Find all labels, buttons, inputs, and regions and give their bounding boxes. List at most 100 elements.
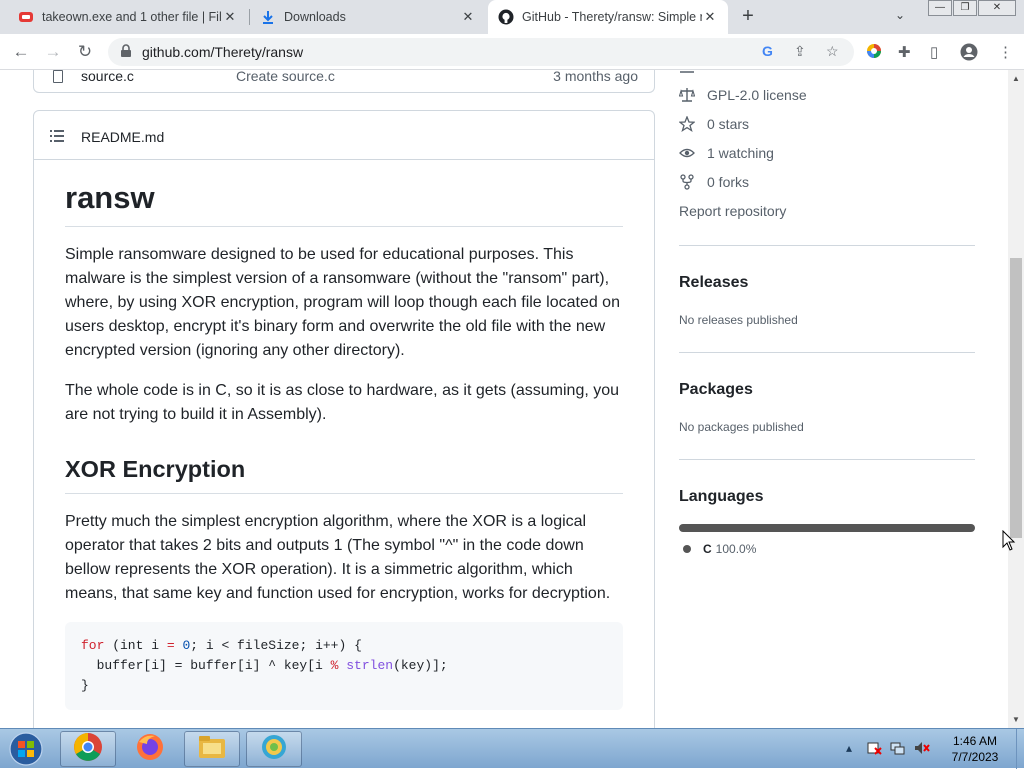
readme-panel: README.md ransw Simple ransomware design…: [33, 110, 655, 728]
show-desktop-button[interactable]: [1016, 729, 1024, 769]
reload-button[interactable]: ↻: [73, 40, 97, 64]
url-text[interactable]: github.com/Therety/ransw: [142, 44, 303, 60]
languages-heading: Languages: [679, 488, 764, 505]
taskbar-firefox[interactable]: [122, 731, 178, 767]
browser-toolbar: ← → ↻ github.com/Therety/ransw G ⇪ ☆ ✚ ▯…: [0, 34, 1024, 70]
readme-title: ransw: [65, 179, 623, 228]
readme-paragraph: The whole code is in C, so it is as clos…: [65, 382, 620, 424]
minimize-button[interactable]: —: [928, 0, 952, 16]
maximize-button[interactable]: ❐: [953, 0, 977, 16]
code-text: }: [81, 677, 89, 693]
commit-message-link[interactable]: Create source.c: [236, 70, 335, 84]
language-color-dot: [683, 545, 691, 553]
scroll-up-icon[interactable]: ▲: [1012, 74, 1020, 83]
code-keyword: for: [81, 637, 105, 653]
tab-downloads[interactable]: Downloads ✕: [252, 0, 484, 34]
readme-paragraph: Simple ransomware designed to be used fo…: [65, 246, 620, 360]
releases-text: No releases published: [679, 313, 798, 327]
language-name: C: [703, 542, 712, 556]
menu-kebab-icon[interactable]: ⋮: [998, 43, 1013, 61]
tab-strip: takeown.exe and 1 other file | File ✕ Do…: [0, 0, 1024, 34]
chevron-down-icon[interactable]: ⌄: [895, 8, 905, 22]
stars-text: 0 stars: [707, 116, 750, 132]
sidebar-divider: [679, 459, 975, 460]
scroll-down-icon[interactable]: ▼: [1012, 715, 1020, 724]
license-link[interactable]: GPL-2.0 license: [678, 85, 807, 105]
forks-link[interactable]: 0 forks: [679, 172, 749, 192]
star-icon: [678, 115, 696, 133]
close-icon[interactable]: ✕: [222, 9, 238, 25]
bookmark-star-icon[interactable]: ☆: [826, 43, 839, 60]
readme-header: README.md: [34, 111, 654, 160]
extensions-puzzle-icon[interactable]: ✚: [898, 43, 911, 61]
code-text: buffer[i] = buffer[i] ^ key[i: [81, 657, 331, 673]
taskbar-explorer[interactable]: [184, 731, 240, 767]
commit-age: 3 months ago: [553, 70, 638, 84]
tab-title: takeown.exe and 1 other file | File: [42, 10, 222, 24]
side-panel-icon[interactable]: ▯: [930, 43, 938, 61]
fork-icon: [679, 174, 695, 190]
tab-github[interactable]: GitHub - Therety/ransw: Simple r ✕: [488, 0, 728, 34]
close-icon[interactable]: ✕: [460, 9, 476, 25]
taskbar-chrome[interactable]: [60, 731, 116, 767]
forward-button[interactable]: →: [41, 40, 65, 64]
action-center-icon[interactable]: [866, 741, 882, 758]
code-function: strlen: [338, 657, 394, 673]
scale-icon: [678, 87, 696, 103]
code-operator: =: [166, 637, 175, 653]
code-text: (key)];: [393, 657, 448, 673]
color-extension-icon[interactable]: [866, 43, 882, 63]
file-share-favicon: [18, 9, 34, 25]
volume-muted-icon[interactable]: [914, 741, 930, 758]
watching-link[interactable]: 1 watching: [679, 143, 774, 163]
language-bar: [679, 524, 975, 532]
scrollbar-thumb[interactable]: [1010, 258, 1022, 538]
code-text: ; i < fileSize; i++) {: [190, 637, 362, 653]
tab-title: Downloads: [284, 10, 346, 24]
page-scrollbar[interactable]: ▲ ▼: [1008, 70, 1024, 728]
eye-icon: [679, 145, 695, 161]
lock-icon: [120, 44, 132, 58]
watching-text: 1 watching: [707, 145, 774, 161]
report-repository-link[interactable]: Report repository: [679, 201, 786, 221]
taskbar-clock[interactable]: 1:46 AM 7/7/2023: [935, 733, 1015, 765]
google-icon[interactable]: G: [762, 43, 773, 59]
sidebar-divider: [679, 352, 975, 353]
new-tab-button[interactable]: +: [736, 5, 760, 29]
code-block: for (int i = 0; i < fileSize; i++) { buf…: [65, 621, 623, 710]
language-percent: 100.0%: [715, 542, 757, 556]
chrome-icon: [73, 732, 103, 767]
readme-body: ransw Simple ransomware designed to be u…: [65, 161, 623, 710]
forks-text: 0 forks: [707, 174, 750, 190]
file-icon: [53, 70, 63, 83]
taskbar-app[interactable]: [246, 731, 302, 767]
language-item[interactable]: C 100.0%: [683, 542, 756, 556]
file-explorer-icon: [197, 733, 227, 766]
address-bar[interactable]: github.com/Therety/ransw G ⇪ ☆: [108, 38, 854, 66]
list-icon[interactable]: [50, 129, 64, 142]
show-hidden-icons-icon[interactable]: ▴: [846, 741, 852, 755]
license-text: GPL-2.0 license: [707, 87, 807, 103]
close-icon[interactable]: ✕: [702, 9, 718, 25]
file-name-link[interactable]: source.c: [81, 70, 134, 84]
back-button[interactable]: ←: [9, 40, 33, 64]
share-icon[interactable]: ⇪: [794, 43, 806, 60]
readme-filename[interactable]: README.md: [81, 129, 164, 145]
sidebar-divider: [679, 245, 975, 246]
clock-date: 7/7/2023: [951, 750, 999, 764]
network-icon[interactable]: [890, 741, 906, 758]
settings-app-icon: [259, 732, 289, 767]
releases-heading[interactable]: Releases: [679, 274, 748, 292]
stars-link[interactable]: 0 stars: [678, 114, 750, 134]
download-icon: [260, 9, 276, 25]
profile-avatar-icon[interactable]: [960, 43, 978, 65]
mouse-cursor-icon: [1002, 529, 1016, 552]
packages-heading[interactable]: Packages: [679, 381, 753, 399]
section-heading: XOR Encryption: [65, 455, 623, 494]
clock-time: 1:46 AM: [952, 734, 998, 748]
tab-takeown[interactable]: takeown.exe and 1 other file | File ✕: [10, 0, 246, 34]
start-button[interactable]: [6, 731, 46, 767]
tab-separator: [249, 9, 250, 25]
close-window-button[interactable]: ✕: [978, 0, 1016, 16]
partial-sidebar-row: [679, 70, 707, 78]
